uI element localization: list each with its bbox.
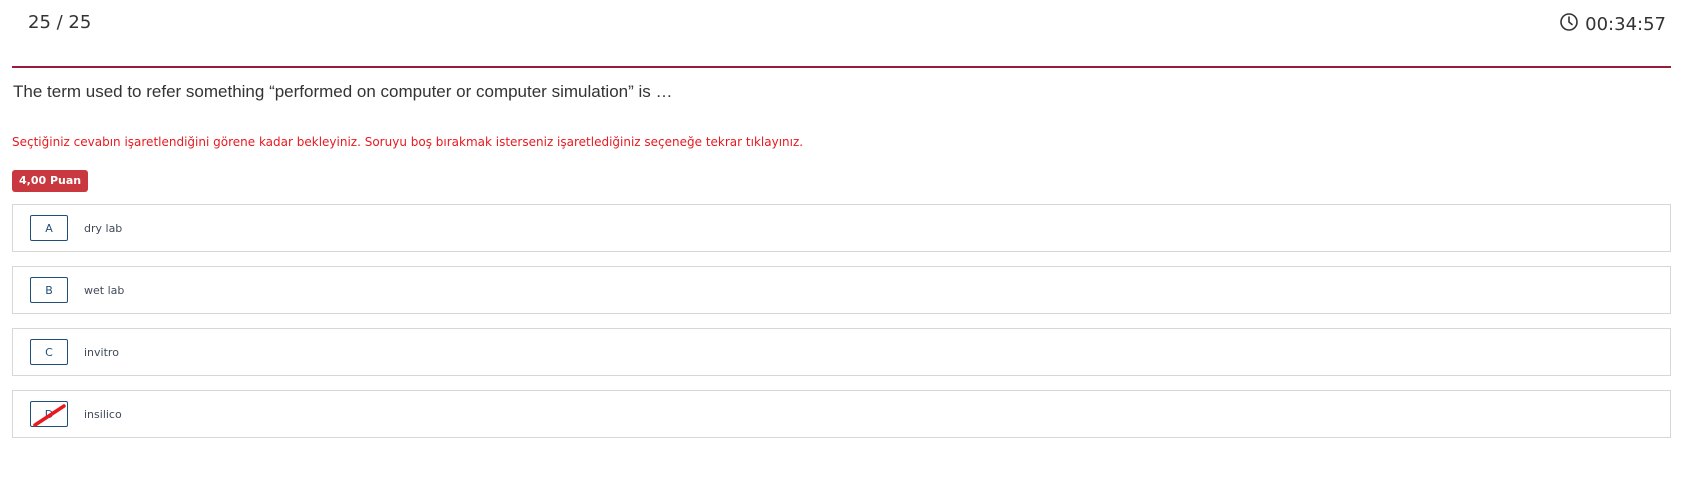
question-counter: 25 / 25 xyxy=(28,12,92,33)
option-c[interactable]: C invitro xyxy=(12,328,1671,376)
timer-text: 00:34:57 xyxy=(1585,14,1666,35)
question-text: The term used to refer something “perfor… xyxy=(13,82,673,101)
option-letter-box[interactable]: C xyxy=(30,339,68,365)
timer: 00:34:57 xyxy=(1559,12,1666,37)
option-b[interactable]: B wet lab xyxy=(12,266,1671,314)
points-badge: 4,00 Puan xyxy=(12,170,89,192)
top-bar: 25 / 25 00:34:57 xyxy=(0,0,1682,48)
header-divider xyxy=(12,66,1671,68)
option-letter: B xyxy=(45,283,53,297)
option-text: wet lab xyxy=(84,284,125,297)
option-text: insilico xyxy=(84,408,122,421)
option-letter: D xyxy=(44,407,54,421)
option-letter: A xyxy=(45,221,53,235)
option-d[interactable]: D insilico xyxy=(12,390,1671,438)
warning-text: Seçtiğiniz cevabın işaretlendiğini gören… xyxy=(12,135,804,149)
clock-icon xyxy=(1559,12,1579,37)
option-text: dry lab xyxy=(84,222,123,235)
option-letter-box[interactable]: D xyxy=(30,401,68,427)
option-a[interactable]: A dry lab xyxy=(12,204,1671,252)
option-letter-box[interactable]: B xyxy=(30,277,68,303)
answer-options: A dry lab B wet lab C invitro D insilico xyxy=(12,204,1671,452)
option-letter: C xyxy=(45,345,53,359)
option-text: invitro xyxy=(84,346,119,359)
option-letter-box[interactable]: A xyxy=(30,215,68,241)
